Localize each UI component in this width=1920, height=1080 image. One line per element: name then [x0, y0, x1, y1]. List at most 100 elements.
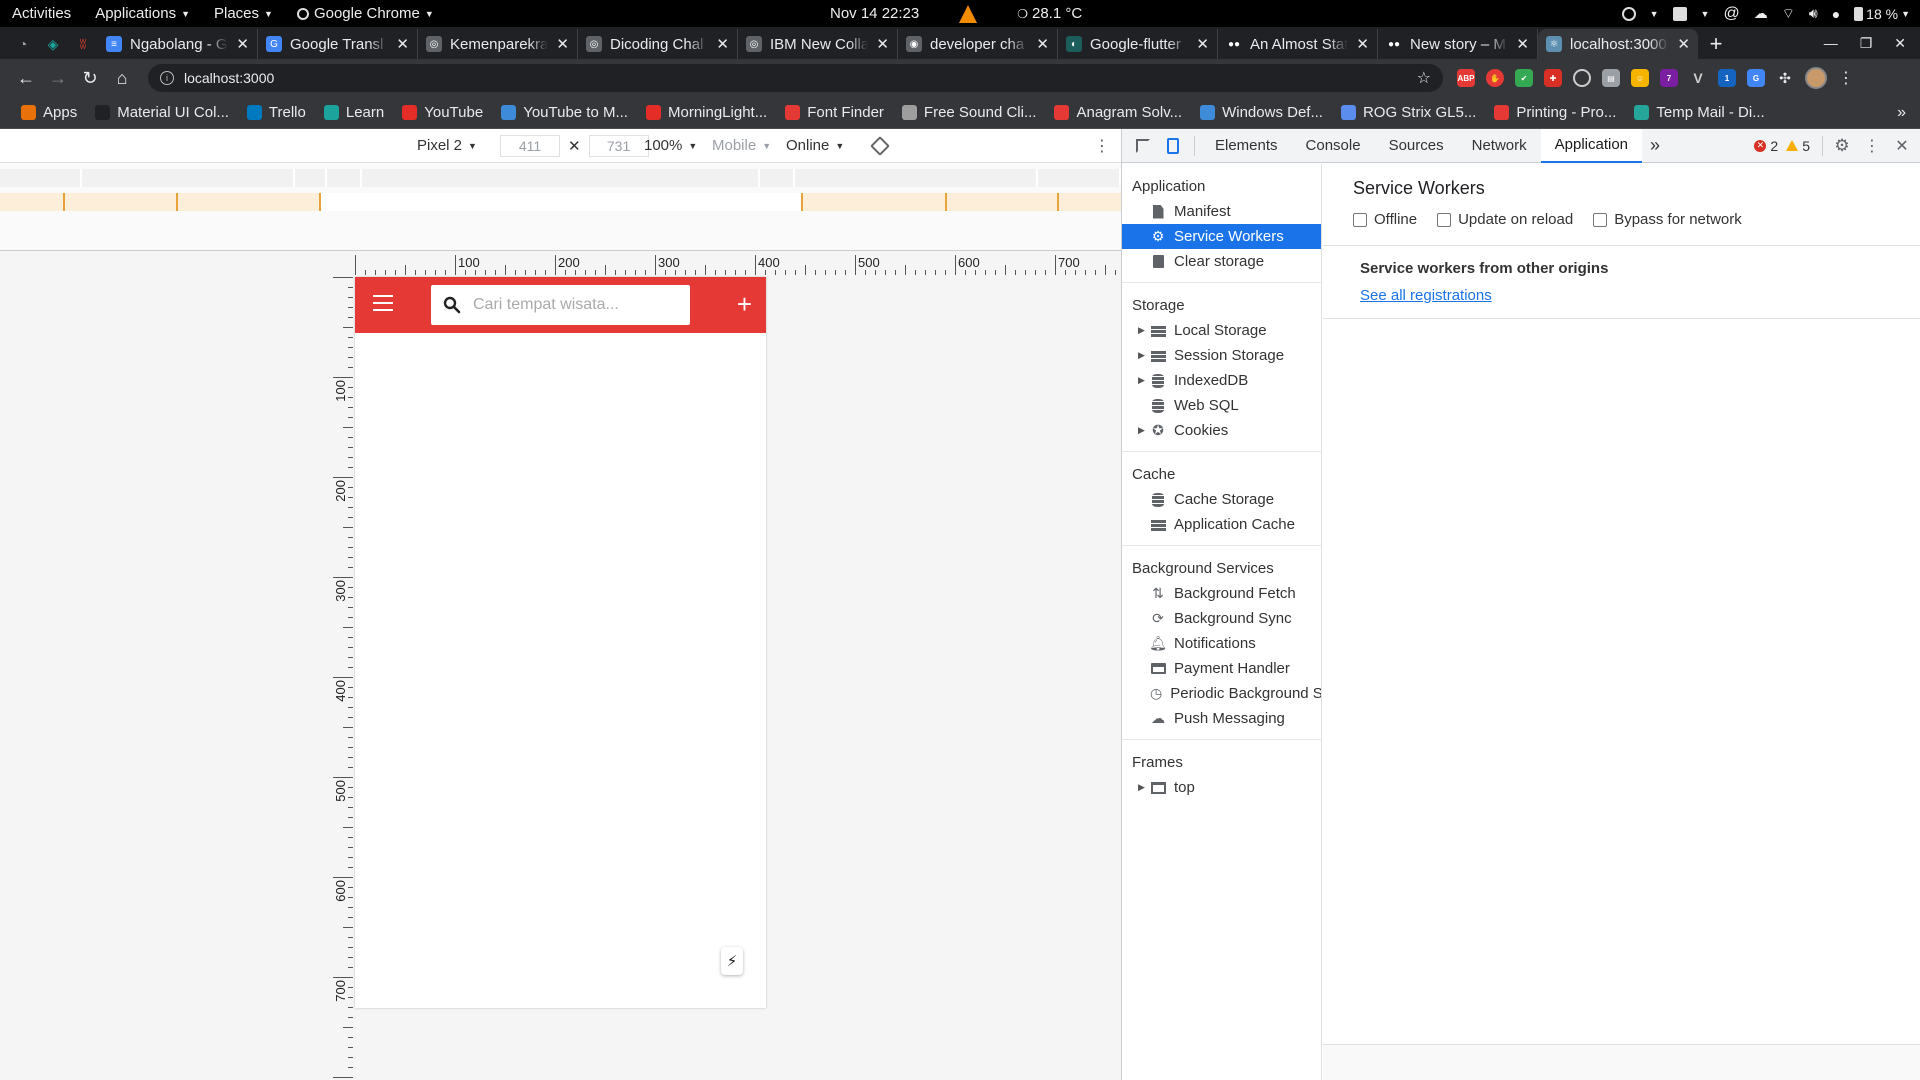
clipboard-icon[interactable]	[1672, 6, 1687, 21]
tab-close-icon[interactable]: ✕	[1516, 35, 1529, 53]
device-toolbar-menu[interactable]: ⋮	[1094, 136, 1110, 156]
add-button[interactable]: +	[737, 291, 752, 317]
expand-arrow-icon[interactable]: ▶	[1138, 782, 1145, 793]
sidebar-item-local-storage[interactable]: ▶ Local Storage	[1122, 318, 1321, 343]
activities-button[interactable]: Activities	[0, 5, 83, 22]
bookmark-item[interactable]: Anagram Solv...	[1045, 104, 1191, 121]
sidebar-item-indexeddb[interactable]: ▶ IndexedDB	[1122, 368, 1321, 393]
sidebar-item-frame-top[interactable]: ▶ top	[1122, 775, 1321, 800]
browser-tab[interactable]: ◎ Kemenparekraf ✕	[418, 29, 578, 59]
bypass-for-network-checkbox[interactable]	[1593, 212, 1608, 227]
pinned-tab-cat[interactable]: ◔	[8, 29, 38, 59]
more-tabs-button[interactable]: »	[1642, 129, 1668, 163]
zoom-select[interactable]: 100% ▼	[644, 137, 697, 154]
bookmark-item[interactable]: Temp Mail - Di...	[1625, 104, 1773, 121]
expand-arrow-icon[interactable]: ▶	[1138, 375, 1145, 386]
device-toggle-button[interactable]	[1158, 129, 1188, 163]
bookmark-item[interactable]: ROG Strix GL5...	[1332, 104, 1485, 121]
bookmark-item[interactable]: MorningLight...	[637, 104, 776, 121]
bookmark-item[interactable]: Printing - Pro...	[1485, 104, 1625, 121]
close-window-icon[interactable]: ✕	[1894, 35, 1906, 52]
devtools-tab-sources[interactable]: Sources	[1375, 129, 1458, 163]
minimize-icon[interactable]: —	[1824, 35, 1838, 51]
browser-tab[interactable]: ◉ developer cha ✕	[898, 29, 1058, 59]
volume-icon[interactable]: 🔊︎	[1809, 5, 1818, 22]
pinned-tab-red[interactable]: ʬ	[68, 29, 98, 59]
places-menu[interactable]: Places ▼	[202, 5, 285, 22]
pinned-tab-alt[interactable]: ◈	[38, 29, 68, 59]
tab-close-icon[interactable]: ✕	[876, 35, 889, 53]
devtools-tab-elements[interactable]: Elements	[1201, 129, 1292, 163]
devtools-tab-network[interactable]: Network	[1458, 129, 1541, 163]
v-extension-icon[interactable]: V	[1689, 69, 1707, 87]
sidebar-item-application-cache[interactable]: Application Cache	[1122, 512, 1321, 537]
sidebar-item-manifest[interactable]: Manifest	[1122, 199, 1321, 224]
face-extension-icon[interactable]: ☺	[1631, 69, 1649, 87]
bolt-button[interactable]: ⚡	[721, 947, 743, 975]
sidebar-item-payment-handler[interactable]: Payment Handler	[1122, 656, 1321, 681]
device-type-select[interactable]: Mobile ▼	[712, 137, 771, 154]
bookmark-item[interactable]: Material UI Col...	[86, 104, 238, 121]
sidebar-item-service-workers[interactable]: ⚙ Service Workers	[1122, 224, 1321, 249]
puzzle-extensions-icon[interactable]: ✣	[1776, 69, 1794, 87]
bypass-for-network-option[interactable]: Bypass for network	[1593, 211, 1742, 228]
bookmark-item[interactable]: Apps	[12, 104, 86, 121]
info-icon[interactable]: i	[160, 71, 174, 85]
at-icon[interactable]: @	[1723, 5, 1739, 23]
vlc-icon[interactable]	[959, 4, 978, 23]
shield-extension-icon[interactable]: ✔	[1515, 69, 1533, 87]
media-query-row-min[interactable]	[0, 193, 1121, 211]
device-width-input[interactable]: 411	[500, 134, 560, 157]
wifi-icon[interactable]: ⌔	[1782, 5, 1795, 23]
hand-extension-icon[interactable]: ✋	[1486, 69, 1504, 87]
search-box[interactable]	[431, 285, 690, 325]
devtools-menu-button[interactable]: ⋮	[1857, 129, 1887, 163]
bookmark-item[interactable]: Trello	[238, 104, 315, 121]
new-tab-button[interactable]: +	[1698, 29, 1734, 59]
close-devtools-button[interactable]: ✕	[1887, 129, 1917, 163]
applications-menu[interactable]: Applications ▼	[83, 5, 202, 22]
tab-close-icon[interactable]: ✕	[1677, 35, 1690, 53]
browser-tab[interactable]: ◎ Dicoding Chal ✕	[578, 29, 738, 59]
app-menu[interactable]: Google Chrome ▼	[285, 5, 446, 22]
tab-close-icon[interactable]: ✕	[716, 35, 729, 53]
tab-close-icon[interactable]: ✕	[1036, 35, 1049, 53]
url-text[interactable]: localhost:3000	[184, 70, 274, 86]
offline-checkbox[interactable]	[1353, 212, 1367, 227]
update-on-reload-checkbox[interactable]	[1437, 212, 1452, 227]
bookmark-item[interactable]: Learn	[315, 104, 393, 121]
tab-close-icon[interactable]: ✕	[1356, 35, 1369, 53]
sidebar-item-cookies[interactable]: ▶ ✪ Cookies	[1122, 418, 1321, 443]
profile-avatar[interactable]	[1805, 67, 1827, 89]
purple-extension-icon[interactable]: 7	[1660, 69, 1678, 87]
red-extension-icon[interactable]: ✚	[1544, 69, 1562, 87]
inspect-element-button[interactable]	[1128, 129, 1158, 163]
maximize-icon[interactable]: ❐	[1860, 35, 1873, 52]
device-select[interactable]: Pixel 2 ▼	[417, 137, 477, 154]
back-button[interactable]: ←	[10, 62, 42, 94]
bookmark-item[interactable]: YouTube to M...	[492, 104, 637, 121]
update-on-reload-option[interactable]: Update on reload	[1437, 211, 1573, 228]
sidebar-item-cache-storage[interactable]: Cache Storage	[1122, 487, 1321, 512]
search-input[interactable]	[473, 296, 673, 314]
chrome-menu-icon[interactable]: ⋮	[1838, 68, 1854, 88]
sidebar-item-push-messaging[interactable]: ☁ Push Messaging	[1122, 706, 1321, 731]
bookmark-star-icon[interactable]: ☆	[1417, 68, 1431, 88]
browser-tab[interactable]: ◎ IBM New Colla ✕	[738, 29, 898, 59]
media-query-row-max[interactable]	[0, 169, 1121, 187]
address-bar[interactable]: i localhost:3000 ☆	[148, 64, 1443, 92]
browser-tab[interactable]: G Google Transl ✕	[258, 29, 418, 59]
bookmark-item[interactable]: Windows Def...	[1191, 104, 1332, 121]
offline-option[interactable]: Offline	[1353, 211, 1417, 228]
mic-icon[interactable]: ●	[1832, 6, 1840, 22]
browser-tab[interactable]: ≡ Ngabolang - G ✕	[98, 29, 258, 59]
issues-counter[interactable]: ✕ 2 5	[1754, 138, 1810, 154]
devtools-tab-application[interactable]: Application	[1540, 128, 1643, 163]
expand-arrow-icon[interactable]: ▶	[1138, 325, 1145, 336]
battery-indicator[interactable]: 18 % ▼	[1854, 6, 1910, 22]
adblock-extension-icon[interactable]: ABP	[1457, 69, 1475, 87]
tab-close-icon[interactable]: ✕	[1196, 35, 1209, 53]
weather-indicator[interactable]: ❍ 28.1 °C	[1017, 5, 1082, 22]
browser-tab[interactable]: ●● An Almost Stat ✕	[1218, 29, 1378, 59]
bookmark-item[interactable]: YouTube	[393, 104, 492, 121]
